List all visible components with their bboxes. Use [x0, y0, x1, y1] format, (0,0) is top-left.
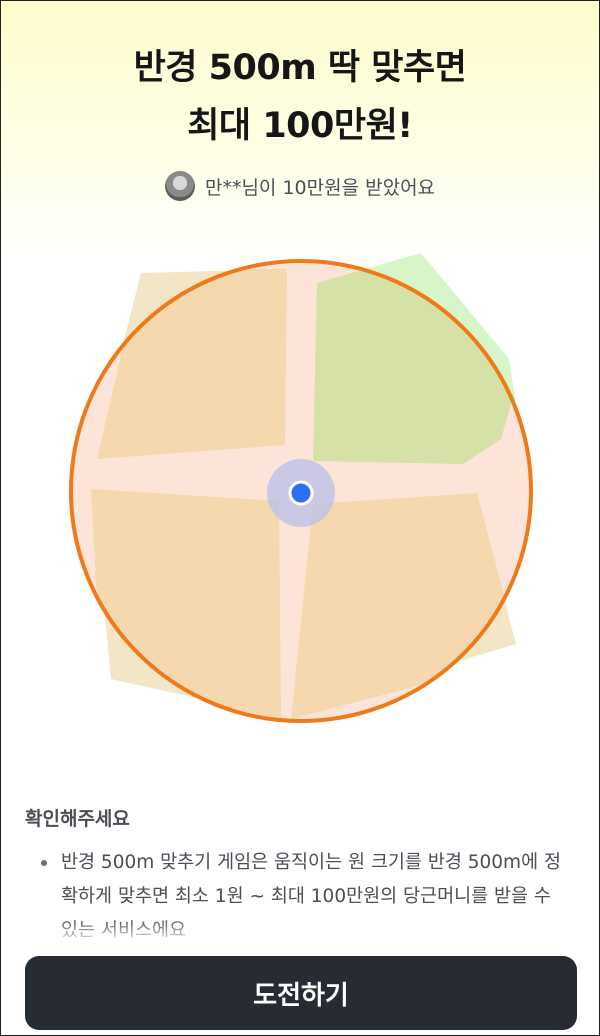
title-line-1: 반경 500m 딱 맞추면 — [133, 48, 467, 88]
screen: 반경 500m 딱 맞추면 최대 100만원! 만**님이 10만원을 받았어요 — [0, 0, 600, 1036]
page-title: 반경 500m 딱 맞추면 최대 100만원! — [1, 39, 599, 155]
notice-section-title: 확인해주세요 — [25, 808, 130, 830]
location-dot — [288, 480, 314, 506]
radius-map[interactable] — [1, 239, 600, 749]
bullet-icon — [41, 860, 47, 866]
avatar — [164, 171, 195, 201]
scroll-fade — [1, 919, 599, 943]
recent-winner-text: 만**님이 10만원을 받았어요 — [204, 176, 436, 199]
challenge-button[interactable]: 도전하기 — [25, 956, 577, 1030]
recent-winner: 만**님이 10만원을 받았어요 — [1, 171, 599, 201]
title-line-2: 최대 100만원! — [187, 106, 413, 146]
